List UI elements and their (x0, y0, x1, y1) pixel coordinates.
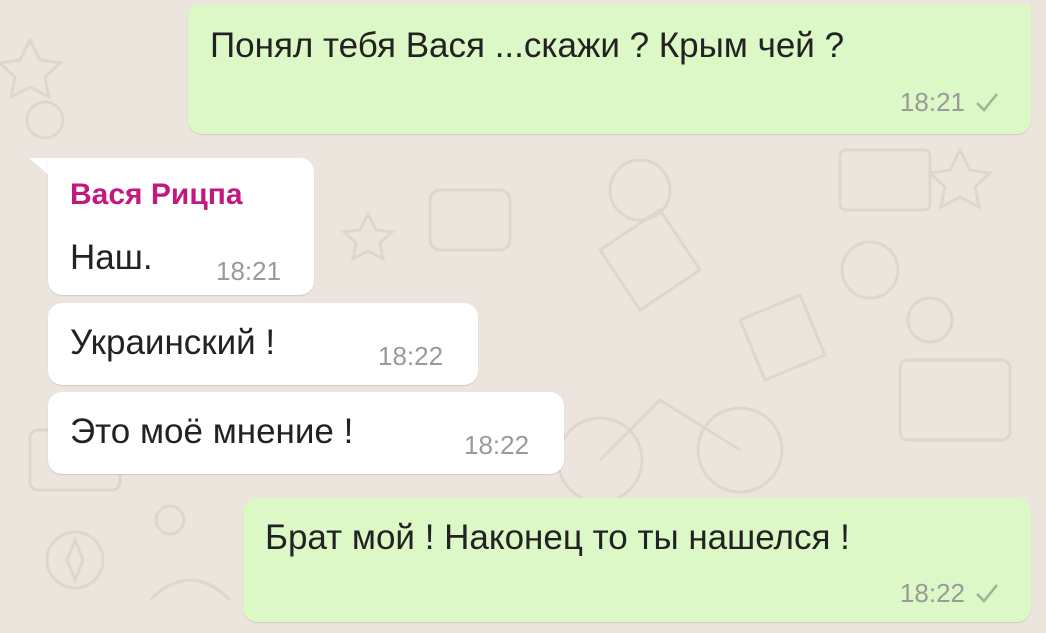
sender-name[interactable]: Вася Рицпа (70, 178, 243, 212)
message-text: Это моё мнение ! (70, 412, 354, 451)
message-timestamp: 18:21 (899, 87, 965, 117)
message-text: Понял тебя Вася ...скажи ? Крым чей ? (210, 26, 845, 65)
message-text: Наш. (70, 238, 153, 277)
incoming-message-bubble[interactable]: Вася Рицпа Наш. 18:21 (48, 158, 314, 295)
incoming-message-bubble[interactable]: Это моё мнение ! 18:22 (48, 392, 564, 474)
single-check-icon (976, 93, 998, 112)
message-timestamp: 18:22 (378, 341, 444, 371)
incoming-message-bubble[interactable]: Украинский ! 18:22 (48, 303, 478, 385)
message-timestamp: 18:22 (899, 578, 965, 608)
outgoing-message-bubble[interactable]: Брат мой ! Наконец то ты нашелся ! 18:22 (243, 498, 1031, 622)
message-timestamp: 18:22 (464, 430, 530, 460)
message-timestamp: 18:21 (216, 256, 282, 286)
outgoing-message-bubble[interactable]: Понял тебя Вася ...скажи ? Крым чей ? 18… (188, 4, 1031, 134)
single-check-icon (976, 584, 998, 603)
message-text: Украинский ! (70, 323, 276, 362)
message-text: Брат мой ! Наконец то ты нашелся ! (265, 518, 850, 557)
